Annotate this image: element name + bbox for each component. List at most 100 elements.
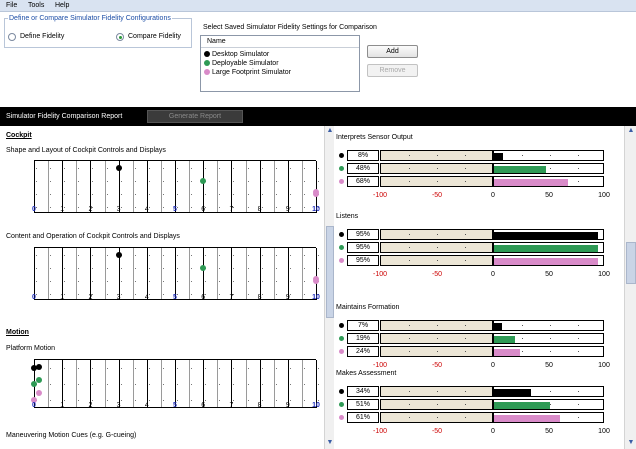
fidelity-marker[interactable] bbox=[36, 364, 42, 370]
right-scrollbar[interactable]: ▲ ▼ bbox=[624, 126, 636, 449]
grid-line bbox=[273, 360, 275, 408]
scale-grid bbox=[31, 359, 319, 408]
grid-dot bbox=[106, 293, 108, 295]
grid-dot bbox=[64, 400, 66, 401]
compare-fidelity-radio[interactable] bbox=[116, 33, 124, 41]
scroll-thumb[interactable] bbox=[326, 226, 334, 318]
grid-line bbox=[175, 360, 176, 408]
tick-label: 1 bbox=[60, 402, 65, 409]
grid-dot bbox=[303, 368, 305, 369]
grid-dot bbox=[36, 193, 37, 195]
grid-dot bbox=[78, 280, 80, 282]
grid-dot bbox=[247, 193, 249, 195]
grid-dot bbox=[134, 280, 136, 282]
tick-label: 3 bbox=[116, 294, 121, 301]
scroll-up-icon[interactable]: ▲ bbox=[326, 127, 334, 136]
saved-settings-label: Select Saved Simulator Fidelity Settings… bbox=[203, 24, 377, 31]
grid-dot bbox=[162, 206, 164, 208]
add-button[interactable]: Add bbox=[367, 45, 418, 58]
grid-line bbox=[62, 360, 64, 408]
grid-dot bbox=[78, 400, 80, 401]
grid-dot bbox=[120, 193, 122, 195]
grid-dot bbox=[134, 254, 136, 256]
grid-dot bbox=[465, 417, 466, 418]
axis-label: 50 bbox=[545, 192, 553, 199]
grid-dot bbox=[106, 206, 108, 208]
menu-help[interactable]: Help bbox=[55, 2, 69, 9]
list-item[interactable]: Large Footprint Simulator bbox=[204, 69, 291, 76]
fidelity-marker[interactable] bbox=[200, 177, 207, 184]
scroll-up-icon[interactable]: ▲ bbox=[627, 127, 635, 136]
tick-label: 8 bbox=[257, 294, 262, 301]
item-label: Shape and Layout of Cockpit Controls and… bbox=[6, 147, 166, 154]
grid-dot bbox=[191, 254, 193, 256]
grid-dot bbox=[578, 181, 579, 182]
grid-line bbox=[301, 248, 303, 300]
positive-bar-track bbox=[493, 242, 604, 253]
grid-dot bbox=[409, 391, 410, 392]
scroll-thumb[interactable] bbox=[626, 242, 636, 284]
grid-line bbox=[48, 360, 50, 408]
generate-report-button[interactable]: Generate Report bbox=[147, 110, 243, 123]
saved-settings-list[interactable]: Name Desktop Simulator Deployable Simula… bbox=[200, 35, 360, 92]
grid-line bbox=[217, 161, 219, 213]
grid-dot bbox=[409, 155, 410, 156]
axis-label: -50 bbox=[431, 428, 443, 435]
menu-bar: File Tools Help bbox=[0, 0, 636, 12]
grid-dot bbox=[191, 167, 193, 169]
grid-dot bbox=[303, 206, 305, 208]
left-scrollbar[interactable]: ▲ ▼ bbox=[324, 126, 334, 449]
grid-dot bbox=[275, 167, 277, 169]
value-bar bbox=[494, 245, 598, 252]
grid-line bbox=[62, 248, 64, 300]
grid-dot bbox=[148, 400, 150, 401]
grid-dot bbox=[289, 180, 291, 182]
grid-dot bbox=[409, 168, 410, 169]
positive-bar-track bbox=[493, 333, 604, 344]
positive-bar-track bbox=[493, 163, 604, 174]
grid-dot bbox=[148, 180, 150, 182]
fidelity-marker[interactable] bbox=[313, 189, 319, 195]
fidelity-marker[interactable] bbox=[36, 377, 42, 383]
scroll-down-icon[interactable]: ▼ bbox=[627, 439, 635, 448]
grid-dot bbox=[205, 254, 207, 256]
fidelity-marker[interactable] bbox=[36, 390, 42, 396]
grid-dot bbox=[465, 234, 466, 235]
compare-fidelity-label[interactable]: Compare Fidelity bbox=[128, 33, 181, 40]
menu-tools[interactable]: Tools bbox=[28, 2, 44, 9]
grid-dot bbox=[437, 351, 438, 352]
remove-button[interactable]: Remove bbox=[367, 64, 418, 77]
tick-label: 9 bbox=[285, 206, 290, 213]
grid-dot bbox=[177, 193, 178, 195]
grid-line bbox=[160, 360, 162, 408]
fidelity-marker[interactable] bbox=[313, 276, 319, 282]
grid-dot bbox=[522, 351, 523, 352]
grid-line bbox=[118, 360, 120, 408]
grid-dot bbox=[437, 417, 438, 418]
grid-dot bbox=[219, 280, 221, 282]
grid-dot bbox=[134, 368, 136, 369]
grid-dot bbox=[50, 167, 52, 169]
grid-dot bbox=[578, 351, 579, 352]
fidelity-marker[interactable] bbox=[200, 264, 207, 271]
fidelity-marker[interactable] bbox=[115, 164, 122, 171]
grid-dot bbox=[50, 280, 52, 282]
scroll-down-icon[interactable]: ▼ bbox=[326, 439, 334, 448]
simulator-dot-icon bbox=[339, 153, 344, 158]
grid-dot bbox=[92, 400, 94, 401]
grid-line bbox=[104, 161, 106, 213]
grid-line bbox=[203, 248, 205, 300]
menu-file[interactable]: File bbox=[6, 2, 17, 9]
tick-label: 4 bbox=[144, 402, 149, 409]
fidelity-marker[interactable] bbox=[115, 251, 122, 258]
list-item[interactable]: Deployable Simulator bbox=[204, 60, 279, 67]
define-fidelity-label[interactable]: Define Fidelity bbox=[20, 33, 64, 40]
list-column-header[interactable]: Name bbox=[201, 36, 359, 48]
define-fidelity-radio[interactable] bbox=[8, 33, 16, 41]
grid-dot bbox=[409, 417, 410, 418]
grid-dot bbox=[162, 180, 164, 182]
simulator-dot-icon bbox=[339, 349, 344, 354]
grid-line bbox=[259, 248, 261, 300]
grid-dot bbox=[303, 267, 305, 269]
list-item[interactable]: Desktop Simulator bbox=[204, 51, 269, 58]
